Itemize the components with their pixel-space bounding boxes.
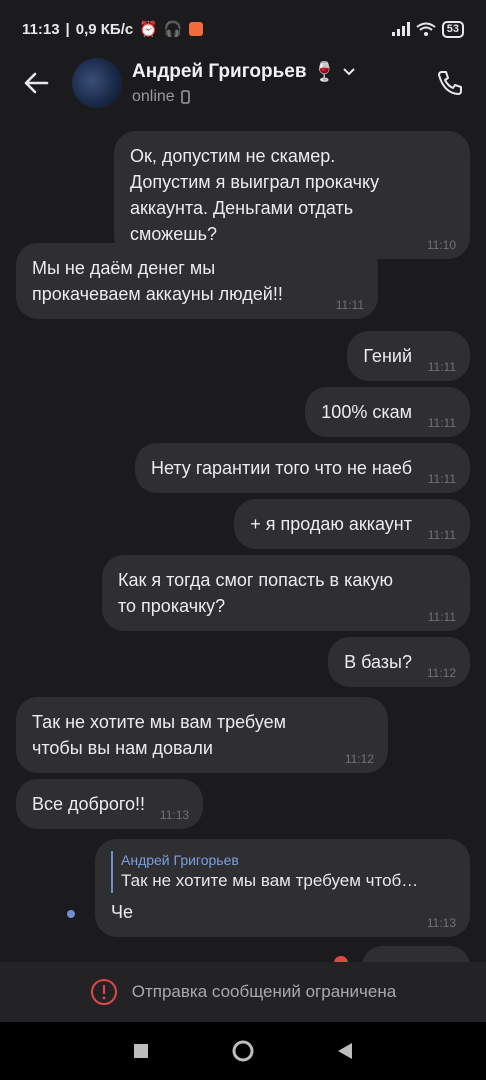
wifi-icon bbox=[416, 22, 436, 36]
message-text: В базы? bbox=[344, 652, 412, 672]
reply-message-bubble[interactable]: Андрей Григорьев Так не хотите мы вам тр… bbox=[95, 839, 470, 937]
avatar[interactable] bbox=[72, 58, 122, 108]
message-text: Ок, допустим не скамер. Допустим я выигр… bbox=[130, 146, 380, 244]
message-time: 11:13 bbox=[159, 808, 190, 822]
back-button[interactable] bbox=[16, 63, 56, 103]
message-time: 11:10 bbox=[426, 238, 456, 252]
message-bubble[interactable]: Нету гарантии того что не наеб 11:11 bbox=[134, 443, 470, 493]
reply-quote[interactable]: Андрей Григорьев Так не хотите мы вам тр… bbox=[111, 851, 442, 893]
back-nav-button[interactable] bbox=[325, 1031, 365, 1071]
message-text: Че bbox=[111, 902, 134, 922]
message-bubble[interactable]: Так не хотите мы вам требуем чтобы вы на… bbox=[16, 697, 388, 773]
recents-button[interactable] bbox=[121, 1031, 161, 1071]
alarm-icon: ⏰ bbox=[139, 21, 158, 38]
message-bubble[interactable]: Ок, допустим не скамер. Допустим я выигр… bbox=[114, 131, 470, 259]
message-bubble[interactable]: Мы не даём денег мы прокачеваем аккауны … bbox=[16, 243, 378, 319]
message-list[interactable]: Ок, допустим не скамер. Допустим я выигр… bbox=[0, 122, 486, 962]
divider: | bbox=[65, 20, 70, 38]
contact-status: online bbox=[132, 88, 175, 105]
message-text: Нету гарантии того что не наеб bbox=[150, 458, 412, 478]
mobile-icon bbox=[180, 90, 190, 104]
message-time: 11:11 bbox=[335, 298, 364, 312]
circle-icon bbox=[232, 1040, 254, 1062]
message-time: 11:11 bbox=[427, 610, 456, 624]
status-time: 11:13 bbox=[22, 20, 60, 38]
message-time: 11:11 bbox=[427, 360, 456, 374]
network-speed: 0,9 КБ/с bbox=[75, 20, 134, 38]
message-bubble[interactable]: 100% скам 11:11 bbox=[305, 387, 470, 437]
mi-app-icon bbox=[188, 22, 203, 36]
message-text: 100% скам bbox=[321, 402, 412, 422]
reply-text: Так не хотите мы вам требуем чтоб… bbox=[121, 871, 419, 890]
message-text: Все доброго!! bbox=[32, 794, 146, 814]
arrow-left-icon bbox=[24, 72, 49, 94]
call-button[interactable] bbox=[430, 63, 470, 103]
message-text: Как я тогда смог попасть в какую то прок… bbox=[118, 570, 393, 616]
message-time: 11:11 bbox=[427, 528, 456, 542]
contact-info[interactable]: Андрей Григорьев 🍷 online bbox=[132, 60, 430, 106]
message-bubble[interactable]: + я продаю аккаунт 11:11 bbox=[234, 499, 470, 549]
triangle-back-icon bbox=[338, 1043, 352, 1059]
message-bubble[interactable]: Гений 11:11 bbox=[347, 331, 470, 381]
battery-icon: 53 bbox=[441, 20, 464, 38]
message-time: 11:11 bbox=[427, 472, 456, 486]
contact-name: Андрей Григорьев bbox=[132, 61, 307, 82]
message-text: Мы не даём денег мы прокачеваем аккауны … bbox=[32, 258, 283, 304]
square-icon bbox=[134, 1044, 148, 1058]
system-navbar bbox=[0, 1022, 486, 1080]
message-text: Так не хотите мы вам требуем чтобы вы на… bbox=[32, 712, 287, 758]
status-bar: 11:13 | 0,9 КБ/с ⏰ 🎧 53 bbox=[0, 0, 486, 58]
chevron-down-icon bbox=[343, 68, 355, 76]
home-button[interactable] bbox=[223, 1031, 263, 1071]
restricted-banner: Отправка сообщений ограничена bbox=[0, 962, 486, 1022]
message-bubble[interactable]: Как я тогда смог попасть в какую то прок… bbox=[102, 555, 470, 631]
message-text: Гений bbox=[363, 346, 412, 366]
message-text: + я продаю аккаунт bbox=[250, 514, 412, 534]
restricted-text: Отправка сообщений ограничена bbox=[131, 982, 397, 1001]
message-time: 11:11 bbox=[427, 416, 456, 430]
message-bubble-partial[interactable] bbox=[362, 946, 470, 962]
warning-circle-icon bbox=[90, 979, 117, 1005]
reply-author: Андрей Григорьев bbox=[121, 852, 239, 868]
unread-indicator bbox=[67, 910, 75, 918]
message-time: 11:12 bbox=[344, 752, 374, 766]
phone-icon bbox=[438, 71, 462, 95]
message-bubble[interactable]: Все доброго!! 11:13 bbox=[16, 779, 204, 829]
wine-emoji: 🍷 bbox=[312, 62, 337, 83]
chat-header: Андрей Григорьев 🍷 online bbox=[0, 58, 486, 108]
signal-icon bbox=[391, 22, 410, 36]
message-time: 11:12 bbox=[426, 666, 456, 680]
headphones-icon: 🎧 bbox=[163, 21, 183, 38]
message-bubble[interactable]: В базы? 11:12 bbox=[328, 637, 470, 687]
message-time: 11:13 bbox=[426, 916, 456, 930]
